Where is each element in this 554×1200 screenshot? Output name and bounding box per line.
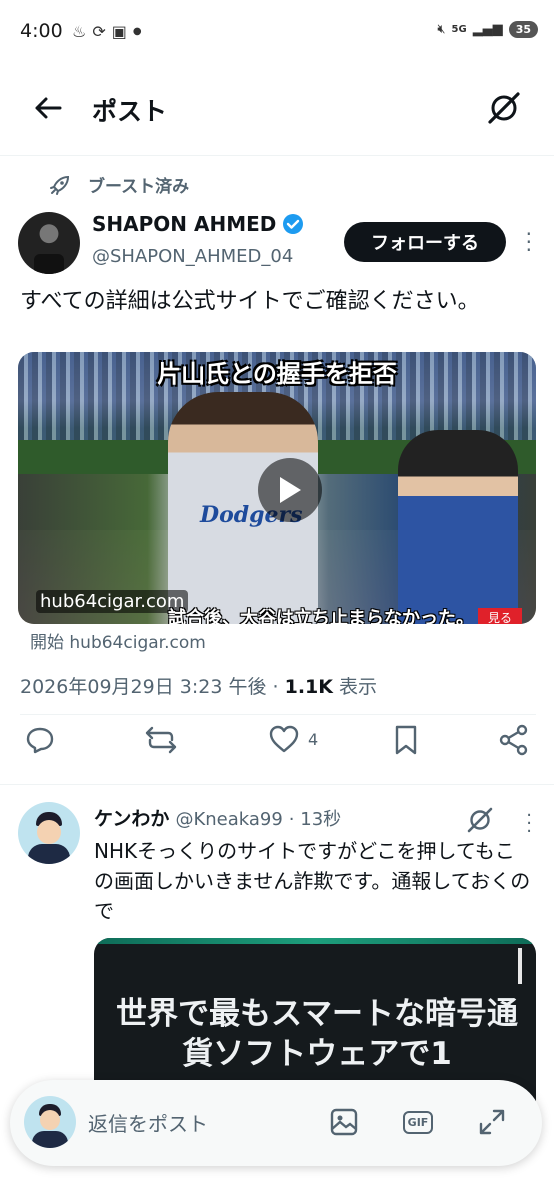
top-bar: ポスト	[0, 72, 554, 142]
author-handle[interactable]: @SHAPON_AHMED_04	[92, 246, 293, 267]
view-count: 1.1K	[284, 676, 333, 698]
reply-grok-button[interactable]	[466, 806, 494, 834]
image-icon	[330, 1108, 358, 1136]
like-icon	[269, 725, 299, 753]
play-icon	[280, 477, 301, 503]
action-bar: 4	[0, 720, 554, 766]
battery-badge: 35	[508, 21, 538, 38]
gif-icon: GIF	[402, 1110, 434, 1134]
follow-button[interactable]: フォローする	[344, 222, 506, 262]
media-domain: hub64cigar.com	[36, 590, 189, 613]
status-system-icons: 🔇︎ 5G ▂▄▆ 35	[437, 21, 538, 38]
reply-image-accent	[94, 938, 536, 944]
gif-button[interactable]: GIF	[402, 1106, 434, 1138]
status-time: 4:00	[20, 20, 63, 42]
header-divider	[0, 155, 554, 156]
reply-text: NHKそっくりのサイトですがどこを押してもこの画面しかいきません詐欺です。通報し…	[94, 839, 531, 923]
mute-icon: 🔇︎	[437, 22, 446, 37]
sync-icon: ⟳	[92, 22, 106, 41]
reply-button[interactable]	[24, 724, 56, 756]
author-name: SHAPON AHMED	[92, 212, 277, 236]
status-notification-icons: ♨ ⟳ ▣ ●	[72, 22, 142, 41]
bookmark-icon	[395, 725, 417, 755]
view-label: 表示	[339, 676, 378, 698]
source-link[interactable]: 開始 hub64cigar.com	[30, 628, 206, 653]
repost-button[interactable]	[144, 724, 178, 756]
post-timestamp: 2026年09月29日 3:23 午後	[20, 676, 267, 698]
author-name-row[interactable]: SHAPON AHMED	[92, 212, 304, 236]
reply-image-text: 世界で最もスマートな暗号通貨ソフトウェアで1	[115, 996, 519, 1072]
grok-icon	[467, 807, 493, 833]
media-headline: 片山氏との握手を拒否	[157, 360, 397, 388]
expand-icon	[479, 1109, 505, 1135]
post-timestamp-row: 2026年09月29日 3:23 午後 · 1.1K 表示	[20, 672, 377, 699]
boost-label: ブースト済み	[88, 177, 190, 197]
compose-avatar	[24, 1096, 76, 1148]
fire-icon: ♨	[72, 22, 87, 41]
network-label: 5G	[451, 24, 467, 35]
image-button[interactable]	[328, 1106, 360, 1138]
like-count: 4	[308, 729, 319, 749]
dot-icon: ●	[132, 26, 142, 37]
bookmark-button[interactable]	[392, 724, 420, 756]
reply-avatar[interactable]	[18, 802, 80, 864]
boost-indicator: ブースト済み	[48, 172, 189, 197]
media-subtitle: 試合後、大谷は立ち止まらなかった。	[168, 608, 474, 624]
expand-button[interactable]	[476, 1106, 508, 1138]
reply-author-handle[interactable]: @Kneaka99	[175, 809, 282, 830]
grok-icon	[488, 92, 520, 124]
author-avatar[interactable]	[18, 212, 80, 274]
like-button[interactable]: 4	[268, 724, 318, 754]
watch-badge: 見る	[477, 608, 522, 624]
back-arrow-icon	[35, 97, 62, 119]
reply-time: · 13秒	[288, 809, 342, 830]
media-card[interactable]: Dodgers 片山氏との握手を拒否 hub64cigar.com 試合後、大谷…	[18, 352, 536, 624]
screenshot-icon: ▣	[111, 22, 127, 41]
grok-button[interactable]	[482, 86, 526, 130]
reply-icon	[26, 727, 54, 754]
share-button[interactable]	[498, 724, 530, 756]
share-icon	[499, 724, 528, 756]
reply-compose-bar[interactable]: 返信をポスト GIF	[10, 1080, 542, 1166]
reply-image-bar	[518, 948, 522, 984]
reply-header: ケンわか @Kneaka99 · 13秒	[94, 804, 341, 831]
back-button[interactable]	[28, 88, 68, 128]
verified-icon	[283, 214, 304, 234]
section-divider	[0, 784, 554, 785]
timestamp-divider	[20, 714, 536, 715]
more-icon[interactable]: · · ·	[526, 224, 532, 260]
reply-more-icon[interactable]: · · ·	[526, 807, 532, 841]
post-text: すべての詳細は公式サイトでご確認ください。	[20, 289, 480, 314]
repost-icon	[145, 726, 177, 754]
page-title: ポスト	[92, 97, 168, 126]
play-button[interactable]	[258, 458, 322, 522]
reply-author-name[interactable]: ケンわか	[94, 804, 169, 831]
signal-icon: ▂▄▆	[472, 22, 503, 37]
media-woman-figure	[398, 430, 518, 624]
timestamp-separator: ·	[272, 676, 285, 698]
status-bar: 4:00 ♨ ⟳ ▣ ● 🔇︎ 5G ▂▄▆ 35	[0, 0, 554, 64]
rocket-icon	[50, 175, 70, 195]
compose-placeholder[interactable]: 返信をポスト	[88, 1108, 208, 1137]
